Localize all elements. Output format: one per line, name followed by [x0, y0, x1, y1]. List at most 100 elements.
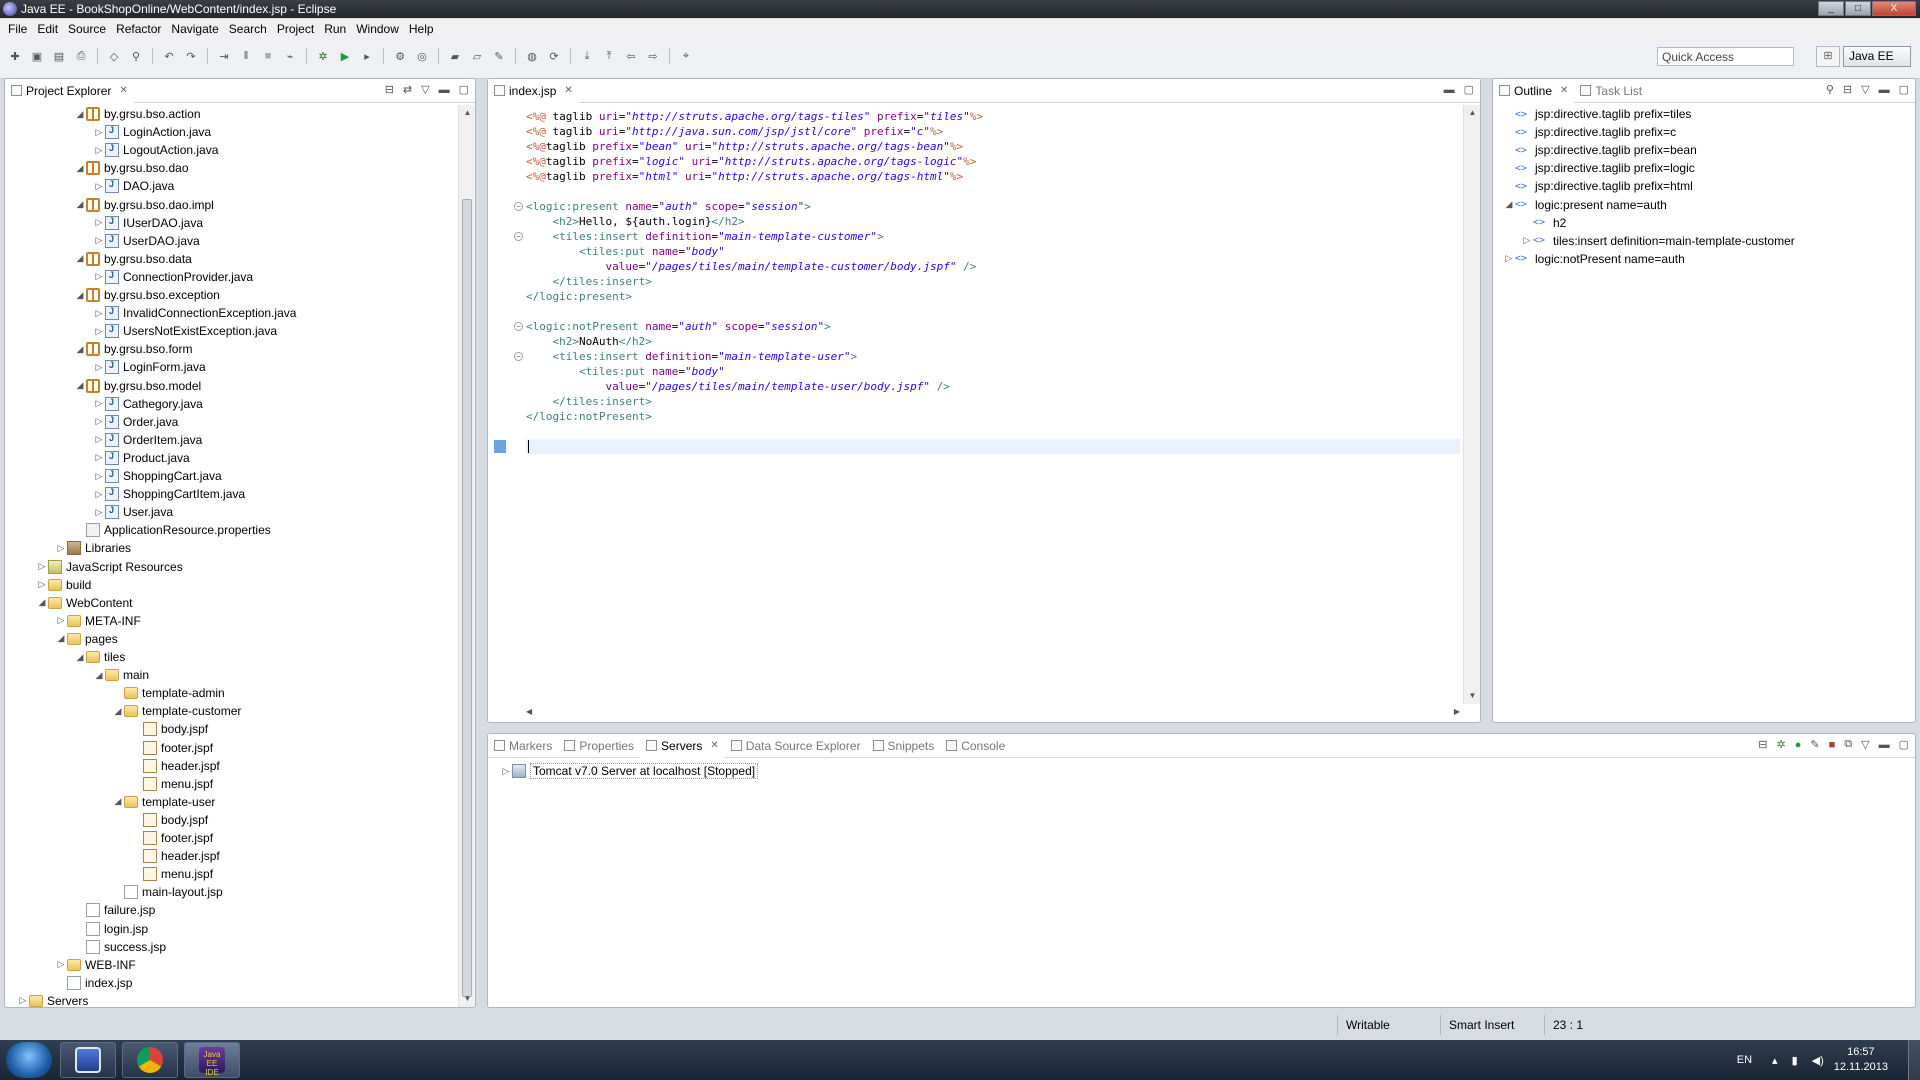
tree-item-shoppingcartitem-java[interactable]: ▷ ShoppingCartItem.java	[93, 485, 245, 503]
expand-icon[interactable]: ▷	[93, 145, 105, 156]
menu-window[interactable]: Window	[351, 19, 404, 39]
close-tab-icon[interactable]: ✕	[1560, 85, 1568, 96]
menu-project[interactable]: Project	[272, 19, 319, 39]
save-icon[interactable]: ▣	[28, 47, 46, 65]
menu-run[interactable]: Run	[319, 19, 351, 39]
collapse-all-icon[interactable]: ⊟	[1758, 738, 1767, 751]
collapse-all-icon[interactable]: ⊟	[385, 83, 394, 96]
expand-icon[interactable]: ▷	[93, 452, 105, 463]
link-with-editor-icon[interactable]: ⇄	[403, 83, 412, 96]
tree-item-template-admin[interactable]: template-admin	[112, 684, 225, 702]
tree-item-build[interactable]: ▷ build	[36, 576, 92, 594]
collapse-icon[interactable]: ◢	[1503, 199, 1515, 210]
tree-item-template-customer[interactable]: ◢ template-customer	[112, 702, 242, 720]
run-icon[interactable]: ▶	[336, 47, 354, 65]
tree-item-shoppingcart-java[interactable]: ▷ ShoppingCart.java	[93, 467, 222, 485]
tree-item-by-grsu-bso-data[interactable]: ◢ by.grsu.bso.data	[74, 250, 192, 268]
expand-icon[interactable]: ▷	[93, 398, 105, 409]
menu-help[interactable]: Help	[404, 19, 439, 39]
tree-item-login-jsp[interactable]: login.jsp	[74, 920, 148, 938]
expand-icon[interactable]: ▷	[93, 217, 105, 228]
debug-server-icon[interactable]: ✲	[1777, 738, 1786, 751]
fold-toggle-icon[interactable]: −	[514, 232, 523, 241]
menu-file[interactable]: File	[3, 19, 32, 39]
collapse-icon[interactable]: ◢	[74, 199, 86, 210]
collapse-icon[interactable]: ◢	[112, 796, 124, 807]
tree-item-success-jsp[interactable]: success.jsp	[74, 938, 166, 956]
outline-item[interactable]: <> jsp:directive.taglib prefix=c	[1503, 123, 1676, 141]
tree-item-body-jspf[interactable]: body.jspf	[131, 720, 208, 738]
stop-icon[interactable]: ■	[259, 47, 277, 65]
start-server-icon[interactable]: ●	[1795, 739, 1802, 751]
expand-icon[interactable]: ▷	[1503, 253, 1515, 264]
tree-item-orderitem-java[interactable]: ▷ OrderItem.java	[93, 431, 202, 449]
collapse-icon[interactable]: ◢	[74, 380, 86, 391]
tree-item-product-java[interactable]: ▷ Product.java	[93, 449, 190, 467]
tree-item-javascript-resources[interactable]: ▷ JavaScript Resources	[36, 558, 183, 576]
prev-annotation-icon[interactable]: ⤒	[600, 47, 618, 65]
tree-item-footer-jspf[interactable]: footer.jspf	[131, 829, 213, 847]
view-menu-icon[interactable]: ▽	[1861, 738, 1869, 751]
tree-item-menu-jspf[interactable]: menu.jspf	[131, 775, 213, 793]
scroll-up-icon[interactable]: ▲	[459, 105, 475, 121]
tree-item-web-inf[interactable]: ▷ WEB-INF	[55, 956, 136, 974]
tree-item-header-jspf[interactable]: header.jspf	[131, 847, 220, 865]
editor-horizontal-scrollbar[interactable]: ◀ ▶	[526, 705, 1460, 722]
scroll-left-icon[interactable]: ◀	[526, 707, 532, 716]
menu-edit[interactable]: Edit	[32, 19, 63, 39]
show-desktop-button[interactable]	[1908, 1040, 1920, 1080]
expand-icon[interactable]: ▷	[36, 579, 48, 590]
tray-expand-icon[interactable]: ▴	[1772, 1054, 1778, 1067]
tree-item-footer-jspf[interactable]: footer.jspf	[131, 739, 213, 757]
tree-item-by-grsu-bso-dao[interactable]: ◢ by.grsu.bso.dao	[74, 159, 189, 177]
java-ee-perspective-button[interactable]: Java EE	[1843, 46, 1911, 67]
code-editor[interactable]: <%@ taglib uri="http://struts.apache.org…	[526, 105, 1460, 704]
new-server-icon[interactable]: ⚙	[391, 47, 409, 65]
expand-icon[interactable]: ▷	[1521, 235, 1533, 246]
taskbar-chrome[interactable]	[122, 1042, 178, 1078]
tab-servers[interactable]: Servers ✕	[640, 734, 725, 758]
expand-icon[interactable]: ▷	[93, 127, 105, 138]
scroll-down-icon[interactable]: ▼	[459, 991, 475, 1007]
maximize-button[interactable]: □	[1845, 1, 1871, 16]
tree-item-webcontent[interactable]: ◢ WebContent	[36, 594, 133, 612]
quick-access-input[interactable]: Quick Access	[1657, 47, 1794, 66]
collapse-icon[interactable]: ◢	[74, 163, 86, 174]
fold-toggle-icon[interactable]: −	[514, 322, 523, 331]
globe-icon[interactable]: ◍	[523, 47, 541, 65]
close-tab-icon[interactable]: ✕	[119, 85, 127, 96]
tree-item-connectionprovider-java[interactable]: ▷ ConnectionProvider.java	[93, 268, 253, 286]
language-indicator[interactable]: EN	[1737, 1054, 1752, 1066]
open-folder-icon[interactable]: ▰	[446, 47, 464, 65]
project-tree-scrollbar[interactable]: ▲ ▼	[458, 105, 475, 1007]
clock[interactable]: 16:57 12.11.2013	[1834, 1045, 1888, 1075]
collapse-icon[interactable]: ◢	[93, 670, 105, 681]
minimize-view-icon[interactable]: ▬	[439, 84, 450, 96]
tree-item-loginform-java[interactable]: ▷ LoginForm.java	[93, 358, 206, 376]
maximize-view-icon[interactable]: ▢	[1899, 83, 1909, 96]
undo-icon[interactable]: ↶	[160, 47, 178, 65]
tab-properties[interactable]: Properties	[558, 734, 640, 758]
collapse-icon[interactable]: ◢	[74, 253, 86, 264]
close-tab-icon[interactable]: ✕	[564, 85, 572, 96]
menu-navigate[interactable]: Navigate	[166, 19, 223, 39]
tree-item-template-user[interactable]: ◢ template-user	[112, 793, 216, 811]
server-row[interactable]: ▷ Tomcat v7.0 Server at localhost [Stopp…	[500, 762, 759, 780]
close-button[interactable]: X	[1872, 1, 1916, 16]
close-tab-icon[interactable]: ✕	[710, 740, 718, 751]
tab-task-list[interactable]: Task List	[1574, 79, 1648, 103]
tree-item-userdao-java[interactable]: ▷ UserDAO.java	[93, 232, 200, 250]
view-menu-icon[interactable]: ▽	[421, 83, 429, 96]
scroll-down-icon[interactable]: ▼	[1464, 688, 1480, 704]
network-icon[interactable]: ▮	[1792, 1054, 1798, 1067]
tree-item-by-grsu-bso-model[interactable]: ◢ by.grsu.bso.model	[74, 377, 201, 395]
tree-item-main-layout-jsp[interactable]: main-layout.jsp	[112, 883, 223, 901]
maximize-view-icon[interactable]: ▢	[1899, 738, 1909, 751]
expand-icon[interactable]: ▷	[93, 271, 105, 282]
run-external-icon[interactable]: ▸	[358, 47, 376, 65]
tab-index-jsp[interactable]: index.jsp ✕	[488, 79, 579, 103]
minimize-button[interactable]: _	[1818, 1, 1844, 16]
collapse-icon[interactable]: ◢	[74, 109, 86, 120]
tab-markers[interactable]: Markers	[488, 734, 558, 758]
search-icon[interactable]: ⚲	[127, 47, 145, 65]
